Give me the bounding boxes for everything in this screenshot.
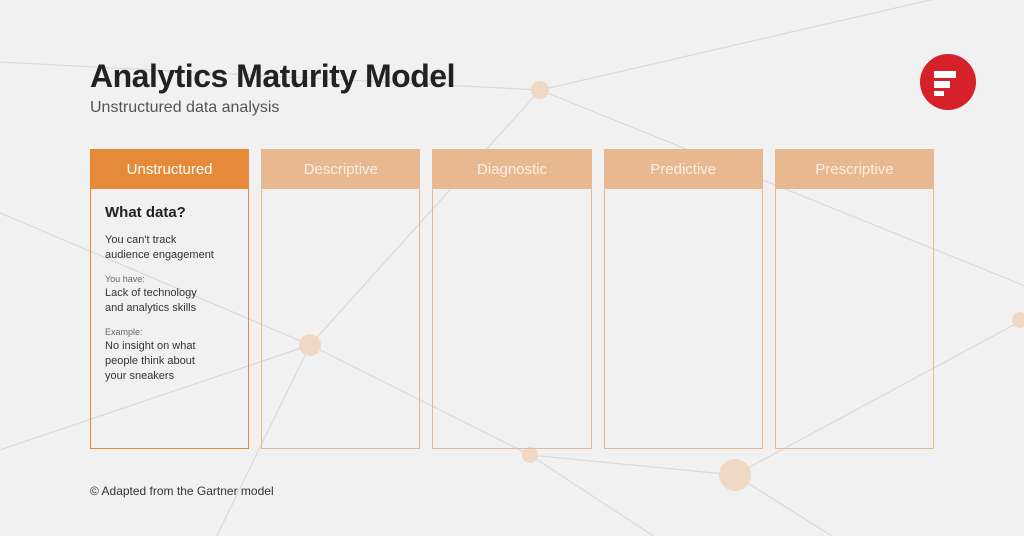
example-text: No insight on what people think about yo… xyxy=(105,339,215,384)
brand-logo xyxy=(920,54,976,110)
column-body xyxy=(775,189,934,449)
column-descriptive: Descriptive xyxy=(261,149,420,449)
column-header: Unstructured xyxy=(90,149,249,189)
column-body xyxy=(432,189,591,449)
you-have-text: Lack of technology and analytics skills xyxy=(105,286,215,316)
column-predictive: Predictive xyxy=(604,149,763,449)
column-question: What data? xyxy=(105,203,234,223)
column-body xyxy=(261,189,420,449)
column-body: What data? You can't track audience enga… xyxy=(90,189,249,449)
column-prescriptive: Prescriptive xyxy=(775,149,934,449)
footer-attribution: © Adapted from the Gartner model xyxy=(90,484,274,498)
column-body xyxy=(604,189,763,449)
page-title: Analytics Maturity Model xyxy=(90,58,934,95)
maturity-columns: Unstructured What data? You can't track … xyxy=(90,149,934,449)
example-label: Example: xyxy=(105,326,215,338)
column-unstructured: Unstructured What data? You can't track … xyxy=(90,149,249,449)
you-have-label: You have: xyxy=(105,273,215,285)
column-header: Predictive xyxy=(604,149,763,189)
column-header: Diagnostic xyxy=(432,149,591,189)
column-diagnostic: Diagnostic xyxy=(432,149,591,449)
column-header: Prescriptive xyxy=(775,149,934,189)
column-header: Descriptive xyxy=(261,149,420,189)
column-desc: You can't track audience engagement xyxy=(105,233,215,263)
page-subtitle: Unstructured data analysis xyxy=(90,99,934,117)
